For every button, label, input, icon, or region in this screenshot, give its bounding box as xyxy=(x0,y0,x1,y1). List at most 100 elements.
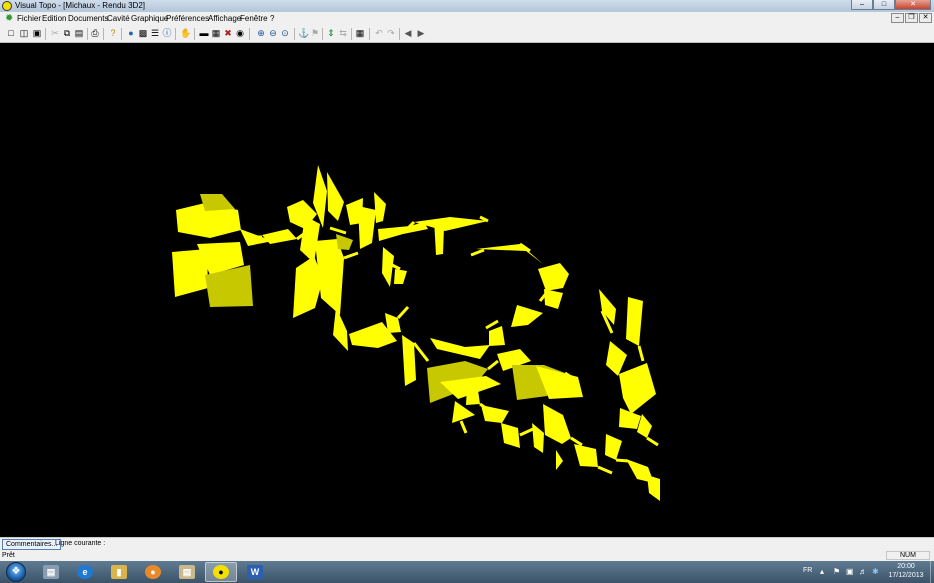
taskbar-app[interactable]: e xyxy=(69,562,101,582)
new-icon[interactable]: □ xyxy=(6,28,16,38)
paste-icon[interactable]: ▤ xyxy=(74,28,84,38)
toolbar-separator xyxy=(103,28,104,40)
show-desktop-button[interactable] xyxy=(930,561,934,583)
cave-passage xyxy=(626,297,643,346)
taskbar-app[interactable]: ● xyxy=(137,562,169,582)
undo-icon[interactable]: ↶ xyxy=(374,28,384,38)
menu-preferences[interactable]: Préférences xyxy=(166,12,209,25)
toolbar-separator xyxy=(249,28,250,40)
database-icon[interactable]: ▩ xyxy=(138,28,148,38)
taskbar-app[interactable]: ▮ xyxy=(103,562,135,582)
bluetooth-icon[interactable]: ✱ xyxy=(872,567,879,576)
taskbar-app[interactable]: W xyxy=(239,562,271,582)
open-icon[interactable]: ◫ xyxy=(19,28,29,38)
save-icon[interactable]: ▣ xyxy=(32,28,42,38)
menu-affichage[interactable]: Affichage xyxy=(208,12,241,25)
properties-icon[interactable]: ▦ xyxy=(211,28,221,38)
cave-passage xyxy=(430,338,490,359)
menu-edition[interactable]: Edition xyxy=(42,12,66,25)
cave-passage xyxy=(574,444,598,467)
cave-connector xyxy=(396,305,410,320)
chevron-up-icon[interactable]: ▴ xyxy=(820,567,824,576)
menu-bar: ✹ Fichier Edition Documents Cavité Graph… xyxy=(0,12,934,25)
windows-start-icon[interactable]: ❖ xyxy=(6,562,26,582)
close-button[interactable]: ✕ xyxy=(895,0,931,10)
menu-fenetre[interactable]: Fenêtre xyxy=(240,12,268,25)
cave-passage xyxy=(200,194,235,211)
cave-connector xyxy=(485,319,499,330)
maximize-button[interactable]: □ xyxy=(873,0,895,10)
volume-icon[interactable]: ♬ xyxy=(859,567,867,576)
zoom-fit-icon[interactable]: ⊙ xyxy=(280,28,290,38)
title-bar[interactable]: Visual Topo - [Michaux - Rendu 3D2] – □ … xyxy=(0,0,934,12)
crosshair-icon[interactable]: ✖ xyxy=(223,28,233,38)
window-title: Visual Topo - [Michaux - Rendu 3D2] xyxy=(15,1,145,10)
language-indicator[interactable]: FR xyxy=(803,567,812,574)
status-bar: Prêt NUM xyxy=(0,550,934,561)
render-viewport[interactable] xyxy=(0,43,934,537)
doc-minimize-button[interactable]: – xyxy=(891,13,904,23)
taskbar-app[interactable]: ▤ xyxy=(35,562,67,582)
cave-passage xyxy=(606,341,627,376)
pick-icon[interactable]: ⚓ xyxy=(298,28,309,38)
file-explorer-icon: ▤ xyxy=(43,565,59,579)
comments-button[interactable]: Commentaires... xyxy=(2,539,62,550)
num-lock-indicator: NUM xyxy=(886,551,930,560)
gear-icon[interactable]: ✹ xyxy=(5,13,13,24)
toolbar-separator xyxy=(399,28,400,40)
toolbar-separator xyxy=(175,28,176,40)
forward-icon[interactable]: ▶ xyxy=(416,28,426,38)
clock[interactable]: 20:00 17/12/2013 xyxy=(886,562,926,580)
list-icon[interactable]: ☰ xyxy=(150,28,160,38)
globe-icon[interactable]: ● xyxy=(126,28,136,38)
cave-connector xyxy=(329,226,347,235)
vertical-scale-icon[interactable]: ⇕ xyxy=(326,28,336,38)
zoom-out-icon[interactable]: ⊖ xyxy=(268,28,278,38)
zoom-in-icon[interactable]: ⊕ xyxy=(256,28,266,38)
flag-icon[interactable]: ⚑ xyxy=(833,567,840,576)
image-export-icon[interactable]: ▦ xyxy=(355,28,365,38)
ruler-icon[interactable]: ▬ xyxy=(199,28,209,38)
folder-icon: ▮ xyxy=(111,565,127,579)
menu-cavite[interactable]: Cavité xyxy=(107,12,130,25)
status-text: Prêt xyxy=(2,552,15,559)
cut-icon[interactable]: ✂ xyxy=(50,28,60,38)
taskbar: ❖ ▤ e ▮ ● ▤ ● W FR ▴ ⚑ ▣ ♬ ✱ 20:00 17/12… xyxy=(0,561,934,583)
flag-icon[interactable]: ⚑ xyxy=(310,28,320,38)
cave-passage xyxy=(538,263,569,291)
hand-icon[interactable]: ✋ xyxy=(180,28,191,38)
cave-connector xyxy=(343,251,359,260)
visual-topo-icon[interactable] xyxy=(2,1,12,11)
minimize-button[interactable]: – xyxy=(851,0,873,10)
close-icon: ✕ xyxy=(910,1,916,8)
info-icon[interactable]: ⓘ xyxy=(162,28,172,38)
menu-help[interactable]: ? xyxy=(270,12,274,25)
doc-close-button[interactable]: ✕ xyxy=(919,13,932,23)
taskbar-app[interactable]: ▤ xyxy=(171,562,203,582)
cave-passage xyxy=(647,475,660,501)
doc-restore-button[interactable]: ❐ xyxy=(905,13,918,23)
swap-icon[interactable]: ⇆ xyxy=(338,28,348,38)
cave-connector xyxy=(570,436,583,447)
menu-fichier[interactable]: Fichier xyxy=(17,12,41,25)
render-icon[interactable]: ◉ xyxy=(235,28,245,38)
cave-passage xyxy=(556,450,563,470)
window-controls: – □ ✕ xyxy=(851,0,931,11)
menu-documents[interactable]: Documents xyxy=(68,12,108,25)
back-icon[interactable]: ◀ xyxy=(403,28,413,38)
taskbar-app-active[interactable]: ● xyxy=(205,562,237,582)
print-icon[interactable]: ⎙ xyxy=(90,28,100,38)
toolbar-separator xyxy=(194,28,195,40)
minimize-icon: – xyxy=(895,14,900,21)
cave-connector xyxy=(615,458,629,463)
copy-icon[interactable]: ⧉ xyxy=(62,28,72,38)
comments-bar: Commentaires... Ligne courante : xyxy=(0,537,934,550)
network-icon[interactable]: ▣ xyxy=(846,567,854,576)
internet-explorer-icon: e xyxy=(77,565,93,579)
menu-graphique[interactable]: Graphique xyxy=(131,12,168,25)
cave-survey-3d-render[interactable] xyxy=(0,43,934,537)
help-icon[interactable]: ? xyxy=(108,28,118,38)
redo-icon[interactable]: ↷ xyxy=(386,28,396,38)
cave-passage xyxy=(501,423,520,448)
cave-passage xyxy=(336,234,353,250)
